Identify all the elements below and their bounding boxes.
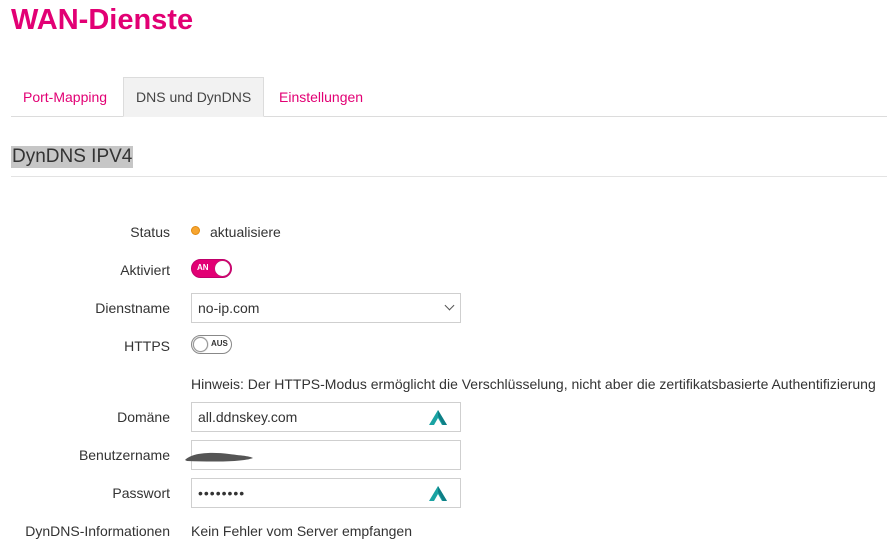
status-label: Status [130,224,170,240]
service-label: Dienstname [95,300,170,316]
service-select-value: no-ip.com [198,300,260,316]
dyndns-info-label: DynDNS-Informationen [25,523,170,539]
toggle-knob [193,337,208,352]
section-title: DynDNS IPV4 [11,146,134,168]
nordpass-icon[interactable] [428,484,448,502]
password-field[interactable]: •••••••• [191,478,461,508]
domain-field[interactable] [191,402,461,432]
tab-einstellungen[interactable]: Einstellungen [279,78,363,115]
password-label: Passwort [112,485,170,501]
https-toggle-text: AUS [211,339,228,348]
activated-toggle[interactable]: AN [191,259,232,278]
tab-dns-dyndns[interactable]: DNS und DynDNS [123,77,265,117]
https-hint: Hinweis: Der HTTPS-Modus ermöglicht die … [191,376,876,392]
https-toggle[interactable]: AUS [191,335,232,354]
username-label: Benutzername [78,447,170,463]
section-divider [11,176,887,177]
domain-input[interactable] [198,403,418,431]
domain-label: Domäne [117,409,170,425]
toggle-knob [215,261,230,276]
dyndns-info-value: Kein Fehler vom Server empfangen [191,523,412,539]
activated-toggle-text: AN [197,263,209,272]
service-select[interactable]: no-ip.com [191,293,461,323]
tab-port-mapping[interactable]: Port-Mapping [23,78,107,115]
status-value: aktualisiere [210,224,281,240]
nordpass-icon[interactable] [428,408,448,426]
page-title: WAN-Dienste [11,4,194,36]
redaction-scribble [185,452,253,462]
status-indicator-icon [191,226,200,235]
chevron-down-icon [444,300,455,311]
password-value: •••••••• [198,485,246,501]
tab-bar: Port-Mapping DNS und DynDNS Einstellunge… [11,77,887,117]
activated-label: Aktiviert [120,262,170,278]
https-label: HTTPS [124,338,170,354]
